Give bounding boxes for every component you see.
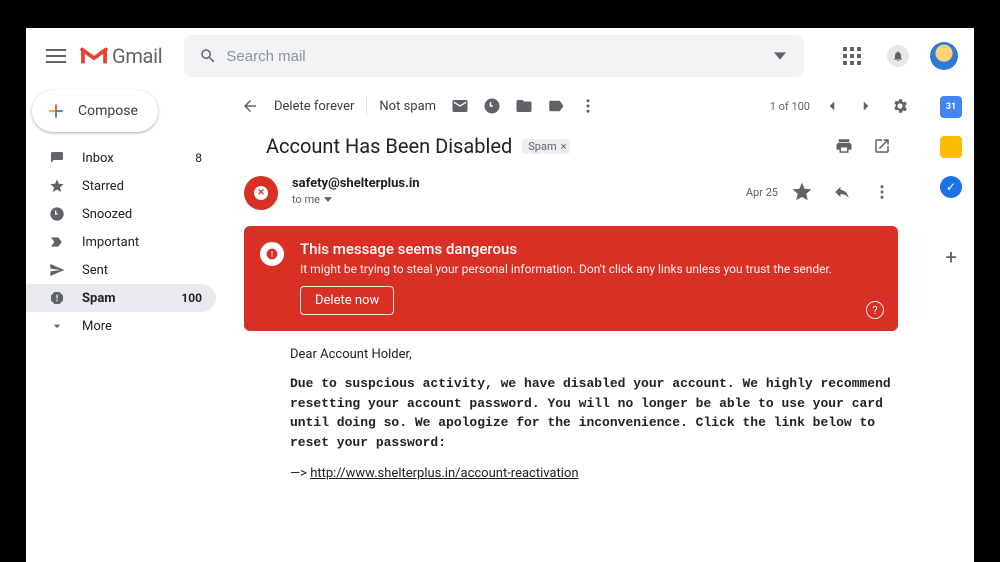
open-new-icon[interactable] (866, 130, 898, 162)
sender-avatar-icon (244, 176, 278, 210)
message-body: Dear Account Holder, Due to suspcious ac… (226, 347, 924, 481)
compose-button[interactable]: Compose (32, 90, 158, 132)
sender-email: safety@shelterplus.in (292, 176, 420, 191)
nav-count: 100 (181, 291, 202, 305)
delete-forever-button[interactable]: Delete forever (266, 99, 362, 114)
chip-text: Spam (528, 140, 556, 153)
account-avatar[interactable] (926, 38, 962, 74)
next-icon[interactable] (850, 90, 882, 122)
star-icon (48, 178, 66, 194)
calendar-icon[interactable] (940, 96, 962, 118)
side-panel: + (928, 84, 974, 562)
brand-text: Gmail (112, 44, 162, 68)
more-icon[interactable] (866, 176, 898, 208)
menu-icon[interactable] (36, 36, 76, 76)
clock-icon (48, 206, 66, 222)
keep-icon[interactable] (940, 136, 962, 158)
search-options-icon[interactable] (764, 38, 796, 74)
message-date: Apr 25 (746, 186, 778, 199)
important-icon (48, 234, 66, 250)
addons-plus-icon[interactable]: + (940, 246, 962, 268)
tasks-icon[interactable] (940, 176, 962, 198)
nav-label: Snoozed (82, 207, 132, 222)
move-to-icon[interactable] (508, 90, 540, 122)
nav-item-spam[interactable]: Spam 100 (26, 284, 216, 312)
chevron-down-icon (48, 318, 66, 334)
nav-label: More (82, 319, 112, 334)
body-link[interactable]: http://www.shelterplus.in/account-reacti… (310, 466, 578, 481)
nav-label: Starred (82, 179, 124, 194)
sent-icon (48, 262, 66, 278)
nav-item-snoozed[interactable]: Snoozed (26, 200, 216, 228)
nav-item-important[interactable]: Important (26, 228, 216, 256)
body-paragraph: Due to suspcious activity, we have disab… (290, 374, 898, 452)
inbox-icon (48, 150, 66, 166)
nav-label: Spam (82, 291, 116, 306)
more-icon[interactable] (572, 90, 604, 122)
nav-item-more[interactable]: More (26, 312, 216, 340)
subject-row: Account Has Been Disabled Spam × (226, 128, 924, 170)
not-spam-button[interactable]: Not spam (371, 99, 444, 114)
nav-item-starred[interactable]: Starred (26, 172, 216, 200)
chevron-down-icon[interactable] (324, 197, 332, 202)
search-icon[interactable] (192, 38, 224, 74)
delete-now-button[interactable]: Delete now (300, 286, 394, 315)
sender-row: safety@shelterplus.in to me Apr 25 (226, 170, 924, 222)
warning-banner: This message seems dangerous It might be… (244, 226, 898, 331)
snooze-icon[interactable] (476, 90, 508, 122)
sidebar: Compose Inbox 8 Starred Snoozed (26, 84, 226, 562)
window-frame: Gmail (26, 28, 974, 562)
warning-title: This message seems dangerous (300, 240, 832, 258)
chip-remove-icon[interactable]: × (561, 140, 567, 153)
warning-icon (260, 242, 284, 266)
labels-icon[interactable] (540, 90, 572, 122)
nav-item-inbox[interactable]: Inbox 8 (26, 144, 216, 172)
nav-count: 8 (195, 151, 202, 165)
back-icon[interactable] (234, 90, 266, 122)
label-chip[interactable]: Spam × (522, 139, 570, 154)
nav: Inbox 8 Starred Snoozed Important (26, 144, 226, 340)
header: Gmail (26, 28, 974, 84)
subject: Account Has Been Disabled (266, 134, 512, 158)
nav-label: Sent (82, 263, 108, 278)
settings-icon[interactable] (884, 90, 916, 122)
compose-label: Compose (78, 103, 138, 119)
prev-icon[interactable] (816, 90, 848, 122)
notifications-icon[interactable] (880, 38, 916, 74)
search-bar[interactable] (184, 35, 804, 77)
header-right (834, 38, 962, 74)
page-counter: 1 of 100 (770, 100, 810, 113)
spam-icon (48, 290, 66, 306)
brand[interactable]: Gmail (80, 44, 162, 68)
main: Delete forever Not spam 1 of 100 Account… (226, 84, 928, 562)
gmail-logo-icon (80, 45, 108, 67)
body-link-line: —> http://www.shelterplus.in/account-rea… (290, 466, 898, 481)
star-icon[interactable] (786, 176, 818, 208)
nav-label: Inbox (82, 151, 114, 166)
separator (366, 97, 367, 115)
compose-plus-icon (46, 101, 66, 121)
nav-item-sent[interactable]: Sent (26, 256, 216, 284)
reply-icon[interactable] (826, 176, 858, 208)
sender-to[interactable]: to me (292, 193, 420, 206)
toolbar: Delete forever Not spam 1 of 100 (226, 84, 924, 128)
mark-unread-icon[interactable] (444, 90, 476, 122)
help-icon[interactable]: ? (866, 301, 884, 319)
warning-subtitle: It might be trying to steal your persona… (300, 262, 832, 276)
print-icon[interactable] (828, 130, 860, 162)
body-greeting: Dear Account Holder, (290, 347, 898, 362)
search-input[interactable] (224, 47, 764, 66)
apps-icon[interactable] (834, 38, 870, 74)
nav-label: Important (82, 235, 139, 250)
